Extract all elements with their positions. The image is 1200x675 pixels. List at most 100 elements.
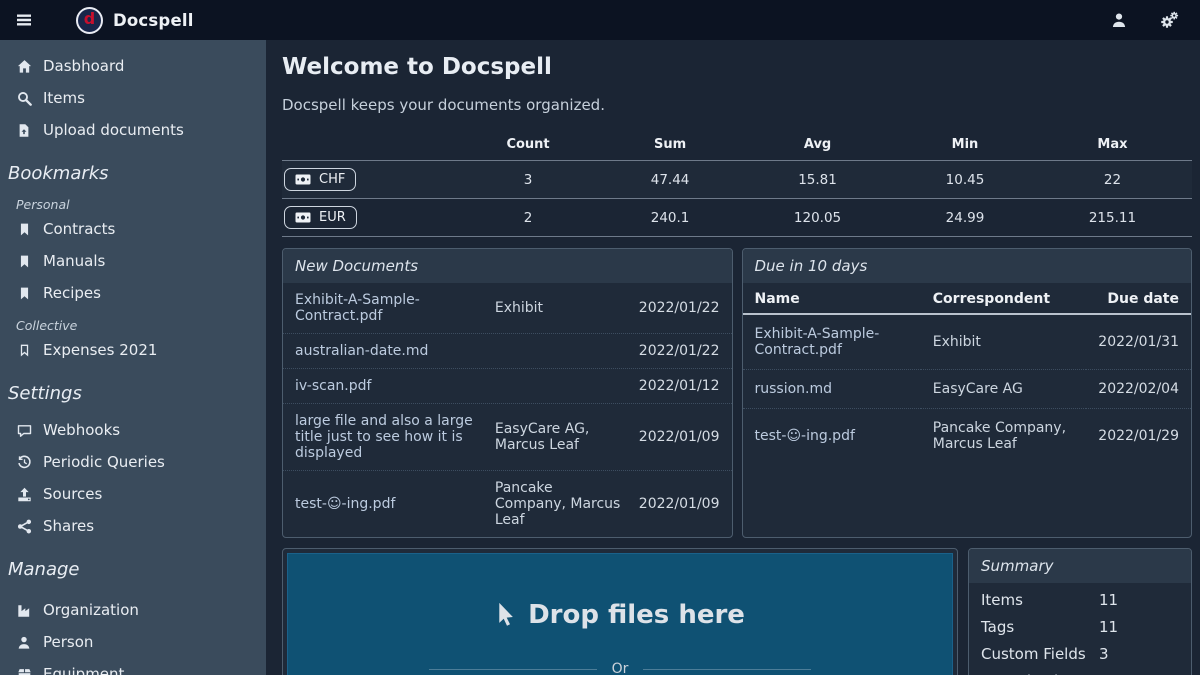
due-row: test-☺-ing.pdf Pancake Company, Marcus L… <box>743 409 1192 464</box>
document-link[interactable]: australian-date.md <box>295 343 485 359</box>
box-icon <box>16 666 32 675</box>
sidebar-item-equipment[interactable]: Equipment <box>0 658 266 675</box>
upload-icon <box>16 486 32 502</box>
due-panel: Due in 10 days Name Correspondent Due da… <box>742 248 1193 538</box>
summary-row: Organization 3 <box>969 668 1191 675</box>
document-date: 2022/01/12 <box>634 378 720 394</box>
sidebar-item-recipes[interactable]: Recipes <box>0 277 266 309</box>
summary-row: Tags 11 <box>969 614 1191 641</box>
bars-icon <box>15 12 33 28</box>
share-icon <box>16 518 32 534</box>
bookmarks-group-collective: Collective <box>0 309 266 334</box>
stat-value: 24.99 <box>897 199 1033 237</box>
cogs-icon <box>1159 11 1179 29</box>
document-link[interactable]: test-☺-ing.pdf <box>295 496 485 512</box>
user-icon <box>1111 12 1127 28</box>
document-row: test-☺-ing.pdf Pancake Company, Marcus L… <box>283 471 732 537</box>
stat-value: 240.1 <box>602 199 738 237</box>
document-correspondent: EasyCare AG <box>921 370 1087 409</box>
summary-panel: Summary Items 11 Tags 11 Custom Fields 3 <box>968 548 1192 675</box>
comment-icon <box>16 422 32 438</box>
document-correspondent: Pancake Company, Marcus Leaf <box>495 480 624 528</box>
history-icon <box>16 454 32 470</box>
document-date: 2022/01/09 <box>634 429 720 445</box>
stat-value: 22 <box>1033 161 1192 199</box>
sidebar-item-organization[interactable]: Organization <box>0 594 266 626</box>
document-link[interactable]: russion.md <box>743 370 921 409</box>
sidebar-item-label: Webhooks <box>43 421 120 439</box>
summary-label: Custom Fields <box>981 645 1099 663</box>
sidebar-item-label: Organization <box>43 601 139 619</box>
document-link[interactable]: Exhibit-A-Sample-Contract.pdf <box>743 314 921 370</box>
document-link[interactable]: test-☺-ing.pdf <box>743 409 921 464</box>
stats-row-chf: CHF 3 47.44 15.81 10.45 22 <box>282 161 1192 199</box>
sidebar-item-contracts[interactable]: Contracts <box>0 213 266 245</box>
document-row: iv-scan.pdf 2022/01/12 <box>283 369 732 404</box>
stat-value: 120.05 <box>738 199 897 237</box>
or-label: Or <box>612 661 629 675</box>
summary-label: Items <box>981 591 1099 609</box>
dashboard-content: Welcome to Docspell Docspell keeps your … <box>266 40 1200 675</box>
stat-value: 2 <box>454 199 602 237</box>
account-button[interactable] <box>1109 10 1129 30</box>
mouse-pointer-icon <box>495 602 515 628</box>
document-link[interactable]: large file and also a large title just t… <box>295 413 485 461</box>
stat-value: 3 <box>454 161 602 199</box>
sidebar-item-label: Periodic Queries <box>43 453 165 471</box>
sidebar-item-webhooks[interactable]: Webhooks <box>0 414 266 446</box>
stat-value: 10.45 <box>897 161 1033 199</box>
stats-col-count: Count <box>454 129 602 161</box>
sidebar-section-manage: Manage <box>0 542 266 584</box>
sidebar-item-manuals[interactable]: Manuals <box>0 245 266 277</box>
document-date: 2022/01/22 <box>634 343 720 359</box>
document-correspondent: Pancake Company, Marcus Leaf <box>921 409 1087 464</box>
stats-col-max: Max <box>1033 129 1192 161</box>
summary-value: 3 <box>1099 645 1109 663</box>
due-date: 2022/02/04 <box>1086 370 1191 409</box>
sidebar-item-sources[interactable]: Sources <box>0 478 266 510</box>
bookmark-icon <box>16 253 32 269</box>
settings-button[interactable] <box>1157 9 1181 31</box>
new-documents-list: Exhibit-A-Sample-Contract.pdf Exhibit 20… <box>283 283 732 537</box>
file-dropzone[interactable]: Drop files here Or Select… <box>287 553 953 675</box>
brand[interactable]: d Docspell <box>76 7 194 34</box>
due-header-row: Name Correspondent Due date <box>743 283 1192 314</box>
sidebar-item-periodic-queries[interactable]: Periodic Queries <box>0 446 266 478</box>
document-row: large file and also a large title just t… <box>283 404 732 471</box>
sidebar-section-settings: Settings <box>0 366 266 408</box>
due-date: 2022/01/29 <box>1086 409 1191 464</box>
sidebar-item-expenses-2021[interactable]: Expenses 2021 <box>0 334 266 366</box>
summary-row: Custom Fields 3 <box>969 641 1191 668</box>
due-date: 2022/01/31 <box>1086 314 1191 370</box>
sidebar-item-items[interactable]: Items <box>0 82 266 114</box>
document-date: 2022/01/09 <box>634 496 720 512</box>
document-link[interactable]: iv-scan.pdf <box>295 378 485 394</box>
money-bill-icon <box>295 173 311 186</box>
topbar-actions <box>1109 9 1187 31</box>
summary-list: Items 11 Tags 11 Custom Fields 3 Organ <box>969 583 1191 675</box>
summary-label: Tags <box>981 618 1099 636</box>
page-subtitle: Docspell keeps your documents organized. <box>282 96 1192 114</box>
due-row: russion.md EasyCare AG 2022/02/04 <box>743 370 1192 409</box>
document-link[interactable]: Exhibit-A-Sample-Contract.pdf <box>295 292 485 324</box>
menu-toggle-button[interactable] <box>13 10 35 30</box>
stats-row-eur: EUR 2 240.1 120.05 24.99 215.11 <box>282 199 1192 237</box>
document-correspondent: Exhibit <box>495 300 624 316</box>
sidebar-item-label: Shares <box>43 517 94 535</box>
sidebar-item-label: Items <box>43 89 85 107</box>
panel-title: Summary <box>969 549 1191 583</box>
stats-header-row: Count Sum Avg Min Max <box>282 129 1192 161</box>
sidebar: Dasbhoard Items Upload documents Bookmar… <box>0 40 266 675</box>
sidebar-item-upload-documents[interactable]: Upload documents <box>0 114 266 146</box>
sidebar-item-label: Contracts <box>43 220 115 238</box>
due-row: Exhibit-A-Sample-Contract.pdf Exhibit 20… <box>743 314 1192 370</box>
sidebar-item-label: Upload documents <box>43 121 184 139</box>
docspell-logo-icon: d <box>76 7 103 34</box>
document-correspondent: Exhibit <box>921 314 1087 370</box>
due-col-name: Name <box>743 283 921 314</box>
sidebar-item-dashboard[interactable]: Dasbhoard <box>0 50 266 82</box>
sidebar-item-shares[interactable]: Shares <box>0 510 266 542</box>
stat-value: 47.44 <box>602 161 738 199</box>
document-row: australian-date.md 2022/01/22 <box>283 334 732 369</box>
sidebar-item-person[interactable]: Person <box>0 626 266 658</box>
